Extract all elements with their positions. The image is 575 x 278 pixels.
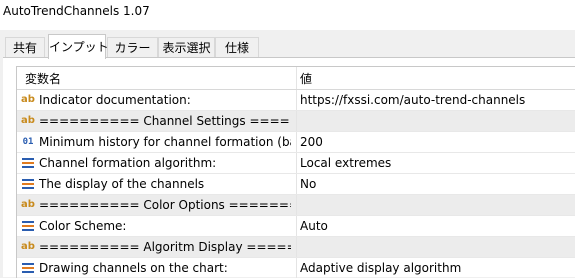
param-value-cell[interactable]: Auto xyxy=(296,216,575,236)
param-name: Color Scheme: xyxy=(39,219,127,233)
column-header-value[interactable]: 値 xyxy=(296,67,575,89)
param-name-cell: Color Scheme: xyxy=(21,216,291,236)
enum-list-icon xyxy=(21,261,35,275)
tab-visualization[interactable]: 表示選択 xyxy=(158,37,215,57)
tab-specification[interactable]: 仕様 xyxy=(215,37,259,57)
tab-common[interactable]: 共有 xyxy=(5,37,45,57)
table-row[interactable]: ab Indicator documentation: https://fxssi.… xyxy=(17,90,575,111)
tab-colors[interactable]: カラー xyxy=(107,37,158,57)
group-separator-row[interactable]: ab ========== Algoritm Display ========..… xyxy=(17,237,575,258)
ab-string-icon: ab xyxy=(21,199,35,210)
enum-list-icon xyxy=(21,219,35,233)
param-value[interactable]: No xyxy=(300,177,316,191)
table-row[interactable]: Color Scheme: Auto xyxy=(17,216,575,237)
param-value-cell[interactable]: No xyxy=(296,174,575,194)
enum-list-icon xyxy=(21,177,35,191)
param-name-cell: ab ========== Algoritm Display ========..… xyxy=(21,237,291,257)
param-name: Minimum history for channel formation (b… xyxy=(39,135,291,149)
integer-icon: 01 xyxy=(22,137,34,147)
param-name: The display of the channels xyxy=(39,177,205,191)
table-row[interactable]: Drawing channels on the chart: Adaptive d… xyxy=(17,258,575,278)
param-value-cell[interactable] xyxy=(296,195,575,215)
ab-string-icon: ab xyxy=(21,241,35,252)
column-header-name[interactable]: 変数名 xyxy=(25,67,295,89)
param-value[interactable]: Adaptive display algorithm xyxy=(300,261,461,275)
param-value-cell[interactable] xyxy=(296,237,575,257)
group-separator-row[interactable]: ab ========== Color Options ========== xyxy=(17,195,575,216)
param-name-cell: Drawing channels on the chart: xyxy=(21,258,291,278)
group-separator-row[interactable]: ab ========== Channel Settings ========..… xyxy=(17,111,575,132)
table-header: 変数名 値 xyxy=(17,67,575,90)
param-name: ========== Channel Settings ========... xyxy=(39,114,291,128)
ab-string-icon: ab xyxy=(21,115,35,126)
param-name: ========== Color Options ========== xyxy=(39,198,291,212)
ab-string-icon: ab xyxy=(21,94,35,105)
param-name-cell: ab ========== Channel Settings ========..… xyxy=(21,111,291,131)
param-value-cell[interactable] xyxy=(296,111,575,131)
param-value-cell[interactable]: 200 xyxy=(296,132,575,152)
param-name: Indicator documentation: xyxy=(39,93,191,107)
param-value-cell[interactable]: https://fxssi.com/auto-trend-channels xyxy=(296,90,575,110)
param-name-cell: ab Indicator documentation: xyxy=(21,90,291,110)
param-value[interactable]: Local extremes xyxy=(300,156,391,170)
param-value[interactable]: Auto xyxy=(300,219,328,233)
param-name-cell: 01 Minimum history for channel formation … xyxy=(21,132,291,152)
window-titlebar: AutoTrendChannels 1.07 xyxy=(0,0,575,30)
param-name-cell: Channel formation algorithm: xyxy=(21,153,291,173)
param-name-cell: The display of the channels xyxy=(21,174,291,194)
param-name-cell: ab ========== Color Options ========== xyxy=(21,195,291,215)
param-name: Drawing channels on the chart: xyxy=(39,261,228,275)
param-value[interactable]: 200 xyxy=(300,135,323,149)
inputs-table: 変数名 値 ab Indicator documentation: https://… xyxy=(16,66,575,278)
table-row[interactable]: 01 Minimum history for channel formation … xyxy=(17,132,575,153)
inputs-panel: 変数名 値 ab Indicator documentation: https://… xyxy=(3,57,575,278)
param-value-cell[interactable]: Adaptive display algorithm xyxy=(296,258,575,278)
param-value-cell[interactable]: Local extremes xyxy=(296,153,575,173)
enum-list-icon xyxy=(21,156,35,170)
tab-inputs[interactable]: インプット xyxy=(48,34,109,59)
param-name: Channel formation algorithm: xyxy=(39,156,217,170)
table-row[interactable]: Channel formation algorithm: Local extrem… xyxy=(17,153,575,174)
tab-bar: 共有 インプット カラー 表示選択 仕様 xyxy=(0,34,575,59)
param-name: ========== Algoritm Display ========... xyxy=(39,240,291,254)
param-value[interactable]: https://fxssi.com/auto-trend-channels xyxy=(300,93,525,107)
table-row[interactable]: The display of the channels No xyxy=(17,174,575,195)
window-title: AutoTrendChannels 1.07 xyxy=(3,4,150,18)
